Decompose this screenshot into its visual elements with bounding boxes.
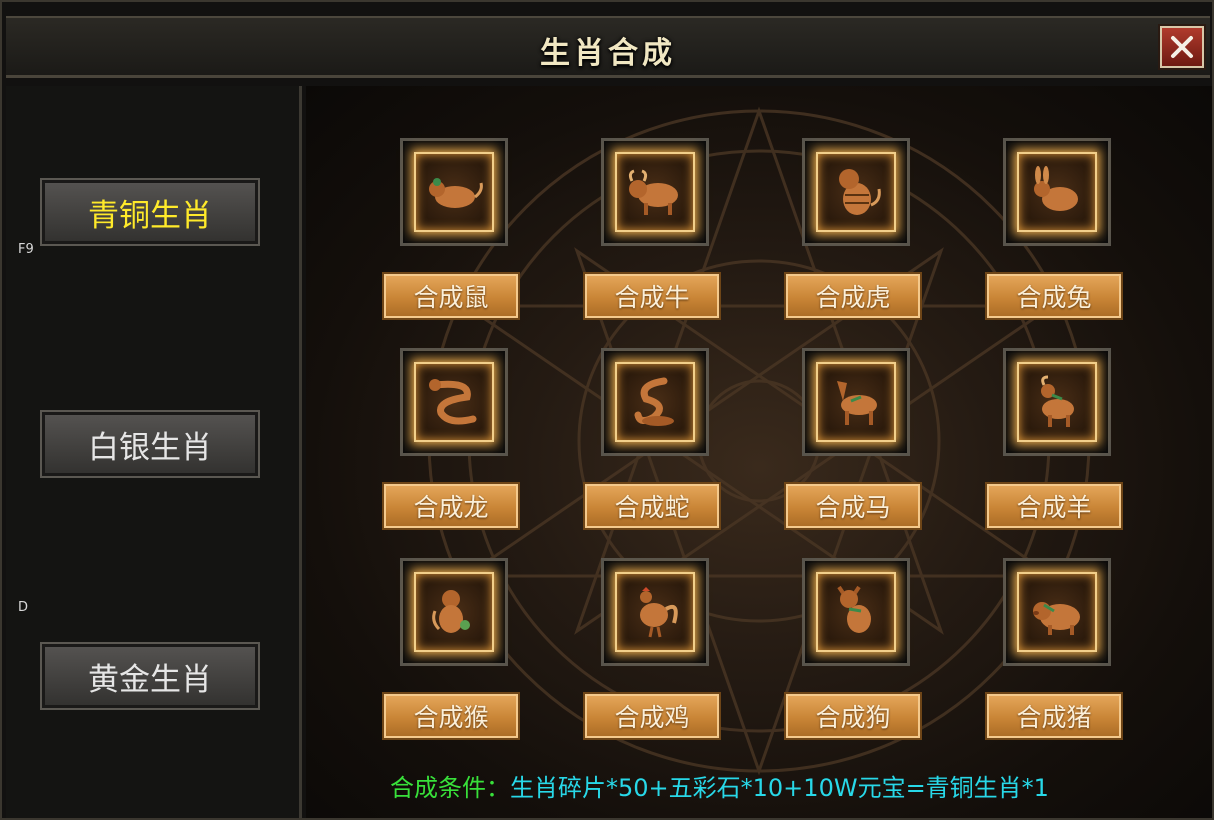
goat-slot[interactable] xyxy=(1003,348,1111,456)
zodiac-grid-panel: 合成鼠 合成牛 合成虎 合成兔 合成龙 合成蛇 合成马 合成羊 合成猴 合成鸡 … xyxy=(306,86,1212,818)
craft-goat-button[interactable]: 合成羊 xyxy=(985,482,1123,530)
close-button[interactable] xyxy=(1160,26,1204,68)
goat-icon xyxy=(1041,375,1074,427)
craft-rooster-button[interactable]: 合成鸡 xyxy=(583,692,721,740)
zodiac-synthesis-window: 生肖合成 青铜生肖 F9 白银生肖 D 黄金生肖 合成鼠 合成牛 合成虎 合成兔… xyxy=(0,0,1214,820)
dog-slot[interactable] xyxy=(802,558,910,666)
rabbit-slot[interactable] xyxy=(1003,138,1111,246)
close-icon xyxy=(1171,36,1193,58)
tab-silver-zodiac[interactable]: 白银生肖 xyxy=(40,410,260,478)
dog-icon xyxy=(837,585,871,633)
condition-value: 生肖碎片*50+五彩石*10+10W元宝=青铜生肖*1 xyxy=(510,774,1049,802)
rabbit-icon xyxy=(1034,166,1078,211)
snake-slot[interactable] xyxy=(601,348,709,456)
craft-horse-button[interactable]: 合成马 xyxy=(784,482,922,530)
craft-pig-button[interactable]: 合成猪 xyxy=(985,692,1123,740)
dragon-slot[interactable] xyxy=(400,348,508,456)
pig-icon xyxy=(1033,602,1080,635)
rat-icon xyxy=(429,178,483,208)
monkey-icon xyxy=(432,590,470,633)
craft-tiger-button[interactable]: 合成虎 xyxy=(784,272,922,320)
hotkey-label-f9: F9 xyxy=(18,242,34,257)
craft-ox-button[interactable]: 合成牛 xyxy=(583,272,721,320)
ox-slot[interactable] xyxy=(601,138,709,246)
horse-slot[interactable] xyxy=(802,348,910,456)
dragon-icon xyxy=(429,379,477,425)
monkey-slot[interactable] xyxy=(400,558,508,666)
snake-icon xyxy=(634,377,674,426)
craft-rabbit-button[interactable]: 合成兔 xyxy=(985,272,1123,320)
tab-gold-zodiac[interactable]: 黄金生肖 xyxy=(40,642,260,710)
ox-icon xyxy=(628,169,678,215)
title-bar: 生肖合成 xyxy=(6,16,1210,78)
condition-label: 合成条件： xyxy=(390,774,510,802)
craft-snake-button[interactable]: 合成蛇 xyxy=(583,482,721,530)
rooster-icon xyxy=(640,587,678,638)
tiger-slot[interactable] xyxy=(802,138,910,246)
window-title: 生肖合成 xyxy=(540,36,676,71)
rooster-slot[interactable] xyxy=(601,558,709,666)
pig-slot[interactable] xyxy=(1003,558,1111,666)
tab-bronze-zodiac[interactable]: 青铜生肖 xyxy=(40,178,260,246)
tiger-icon xyxy=(839,169,881,215)
horse-icon xyxy=(837,381,877,425)
craft-dog-button[interactable]: 合成狗 xyxy=(784,692,922,740)
craft-dragon-button[interactable]: 合成龙 xyxy=(382,482,520,530)
hotkey-label-d: D xyxy=(18,600,29,615)
sidebar: 青铜生肖 F9 白银生肖 D 黄金生肖 xyxy=(6,86,302,818)
synthesis-condition: 合成条件：生肖碎片*50+五彩石*10+10W元宝=青铜生肖*1 xyxy=(390,768,1049,803)
craft-rat-button[interactable]: 合成鼠 xyxy=(382,272,520,320)
rat-slot[interactable] xyxy=(400,138,508,246)
craft-monkey-button[interactable]: 合成猴 xyxy=(382,692,520,740)
